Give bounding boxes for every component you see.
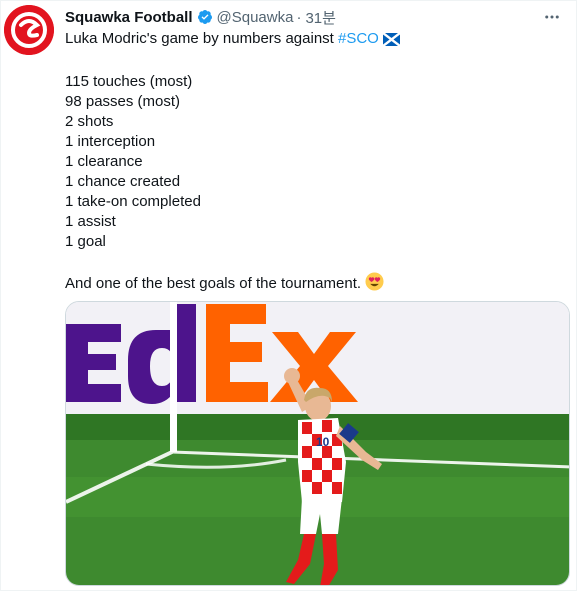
tweet-media-photo[interactable]: 10	[65, 301, 570, 586]
intro-text: Luka Modric's game by numbers against	[65, 30, 334, 47]
photo-image: 10	[66, 302, 569, 585]
heart-eyes-emoji-icon	[365, 272, 384, 297]
tweet-intro-line: Luka Modric's game by numbers against #S…	[65, 29, 568, 52]
stat-line: 1 assist	[65, 213, 116, 230]
author-handle[interactable]: @Squawka	[217, 9, 294, 26]
tweet-text: Luka Modric's game by numbers against #S…	[65, 29, 568, 297]
jersey-number: 10	[316, 435, 330, 449]
stat-line: 1 goal	[65, 233, 106, 250]
more-options-icon[interactable]	[542, 7, 562, 27]
stat-line: 1 interception	[65, 133, 156, 150]
stat-line: 2 shots	[65, 113, 114, 130]
separator-dot: ·	[296, 8, 302, 26]
scotland-flag-icon	[382, 32, 401, 52]
stat-line: 98 passes (most)	[65, 93, 181, 110]
tweet-card[interactable]: Squawka Football @Squawka · 31분 Luka Mod…	[0, 0, 577, 591]
stat-line: 1 take-on completed	[65, 193, 201, 210]
stat-line: 115 touches (most)	[65, 73, 193, 90]
hashtag-link[interactable]: #SCO	[338, 30, 379, 47]
stat-line: 1 clearance	[65, 153, 143, 170]
tweet-header: Squawka Football @Squawka · 31분	[65, 5, 568, 29]
tweet-content: Squawka Football @Squawka · 31분 Luka Mod…	[65, 5, 568, 297]
author-name[interactable]: Squawka Football	[65, 9, 193, 26]
verified-badge-icon	[197, 9, 213, 25]
closing-line: And one of the best goals of the tournam…	[65, 272, 568, 297]
stat-line: 1 chance created	[65, 173, 181, 190]
avatar[interactable]	[4, 5, 54, 55]
squawka-logo-icon	[4, 5, 54, 55]
tweet-timestamp[interactable]: 31분	[305, 7, 336, 28]
closing-text: And one of the best goals of the tournam…	[65, 275, 362, 292]
